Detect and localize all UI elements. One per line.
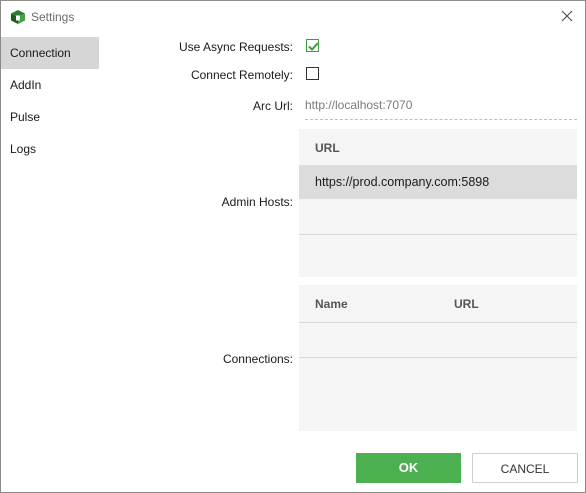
use-async-label: Use Async Requests: <box>178 40 293 54</box>
sidebar-item-connection[interactable]: Connection <box>1 37 99 69</box>
connections-name-header[interactable]: Name <box>315 297 348 311</box>
close-icon[interactable] <box>559 8 575 24</box>
sidebar-item-pulse[interactable]: Pulse <box>1 101 99 133</box>
row-divider <box>299 357 577 358</box>
cancel-button[interactable]: CANCEL <box>472 453 578 483</box>
settings-sidebar: Connection AddIn Pulse Logs <box>1 37 99 165</box>
settings-window: Settings Connection AddIn Pulse Logs Use… <box>0 0 586 493</box>
title-bar: Settings <box>1 1 585 33</box>
admin-hosts-grid[interactable]: URL https://prod.company.com:5898 <box>299 129 577 277</box>
window-title: Settings <box>31 10 75 24</box>
arc-url-input[interactable]: http://localhost:7070 <box>305 98 577 120</box>
connect-remotely-label: Connect Remotely: <box>190 68 293 82</box>
sidebar-item-logs[interactable]: Logs <box>1 133 99 165</box>
connections-url-header[interactable]: URL <box>454 297 479 311</box>
arc-url-label: Arc Url: <box>253 99 293 113</box>
admin-host-url-cell: https://prod.company.com:5898 <box>315 175 490 189</box>
use-async-checkbox[interactable] <box>306 39 319 52</box>
app-cube-icon <box>11 10 25 24</box>
admin-hosts-label: Admin Hosts: <box>221 195 293 209</box>
table-row[interactable]: https://prod.company.com:5898 <box>299 165 577 199</box>
connect-remotely-checkbox[interactable] <box>306 67 319 80</box>
checkmark-icon <box>308 42 319 51</box>
row-divider <box>299 234 577 235</box>
header-divider <box>299 322 577 323</box>
sidebar-item-addin[interactable]: AddIn <box>1 69 99 101</box>
admin-hosts-url-header[interactable]: URL <box>315 141 340 155</box>
ok-button[interactable]: OK <box>356 453 461 483</box>
connections-label: Connections: <box>222 352 293 366</box>
connections-grid[interactable]: Name URL <box>299 285 577 431</box>
arc-url-placeholder: http://localhost:7070 <box>305 98 413 112</box>
